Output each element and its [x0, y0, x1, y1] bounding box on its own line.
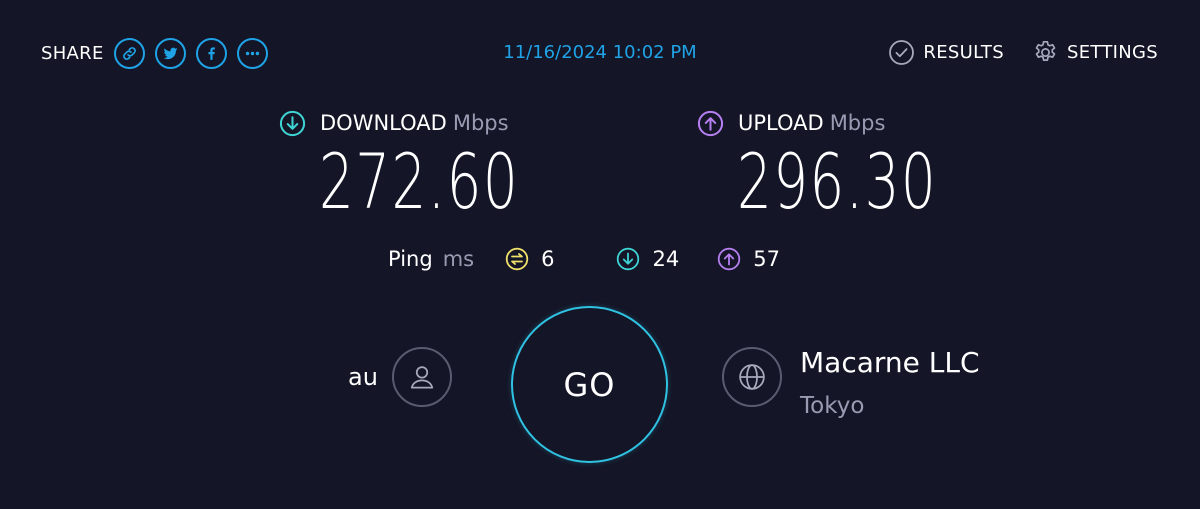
server-location: Tokyo	[800, 393, 865, 419]
upload-label: UPLOAD	[738, 111, 824, 135]
download-arrow-icon	[279, 110, 306, 136]
idle-ping-value: 6	[541, 247, 555, 271]
go-button[interactable]: GO	[511, 306, 668, 463]
results-link[interactable]: RESULTS	[888, 39, 1004, 66]
check-circle-icon	[889, 40, 915, 65]
user-button[interactable]	[391, 347, 452, 407]
server-name[interactable]: Macarne LLC	[800, 346, 980, 380]
download-label: DOWNLOAD	[320, 111, 447, 135]
settings-link[interactable]: SETTINGS	[1032, 39, 1158, 66]
upload-metric: UPLOAD Mbps 296.30	[697, 108, 1015, 220]
upload-latency-icon[interactable]	[717, 247, 741, 271]
user-icon	[410, 366, 434, 389]
upload-arrow-icon	[697, 110, 724, 136]
download-ping-value: 24	[652, 247, 680, 271]
gear-icon	[1035, 40, 1056, 61]
download-latency-icon[interactable]	[616, 247, 640, 271]
ping-label: Ping	[388, 247, 433, 271]
download-value: 272.60	[319, 137, 520, 226]
results-label: RESULTS	[923, 42, 1004, 63]
server-button[interactable]	[722, 347, 782, 407]
speedtest-page: SHARE 11/16/2024 10:02 PM RESULTS SETTIN…	[0, 0, 1200, 509]
top-nav: RESULTS SETTINGS	[860, 39, 1158, 66]
ping-unit: ms	[442, 247, 475, 271]
ping-row: Ping ms 6 24 57	[388, 244, 780, 274]
upload-unit: Mbps	[829, 111, 886, 135]
download-metric: DOWNLOAD Mbps 272.60	[279, 108, 597, 220]
server-info: Macarne LLC Tokyo	[722, 346, 980, 419]
settings-label: SETTINGS	[1066, 42, 1158, 63]
isp-name: au	[348, 363, 378, 391]
idle-latency-icon[interactable]	[505, 247, 529, 271]
globe-icon	[739, 364, 765, 390]
go-label: GO	[563, 365, 616, 404]
upload-ping-value: 57	[753, 247, 780, 271]
isp-info: au	[348, 347, 452, 407]
download-unit: Mbps	[452, 111, 509, 135]
upload-value: 296.30	[737, 137, 938, 226]
